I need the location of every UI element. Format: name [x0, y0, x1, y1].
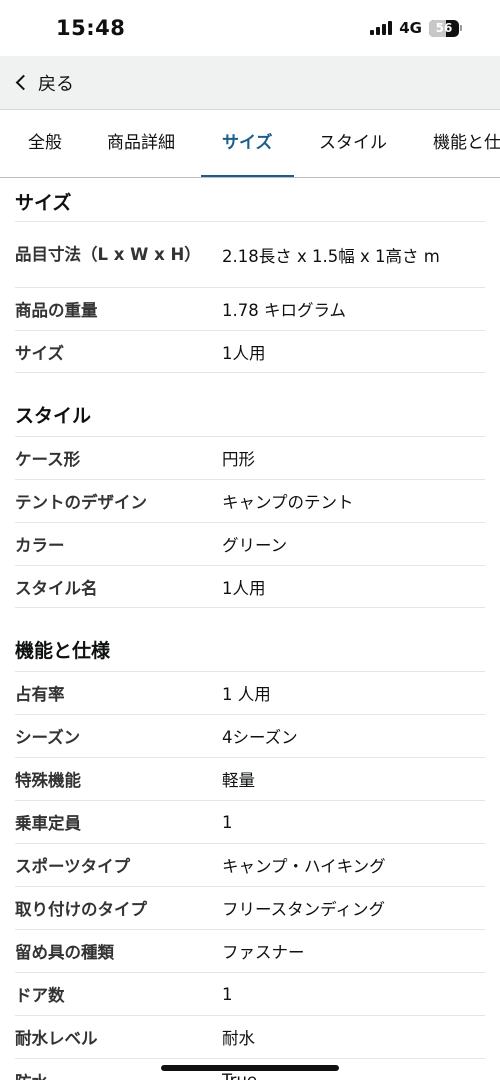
row-label: 特殊機能 [15, 771, 81, 790]
row-value: 1 人用 [222, 685, 271, 704]
back-button[interactable]: 戻る [14, 56, 74, 109]
section-title-style: スタイル [15, 373, 485, 437]
tab-features-specs[interactable]: 機能と仕様 [433, 110, 500, 177]
row-label: ドア数 [15, 986, 65, 1005]
status-bar: 15:48 4G 56 [0, 0, 500, 56]
row-label: 取り付けのタイプ [15, 900, 147, 919]
status-time: 15:48 [56, 16, 126, 40]
row-label: 耐水レベル [15, 1029, 98, 1048]
battery-percent: 56 [435, 20, 453, 35]
row-value: 耐水 [222, 1029, 255, 1048]
table-row: 占有率 1 人用 [15, 672, 485, 715]
network-type: 4G [399, 19, 422, 37]
battery-icon: 56 [429, 19, 462, 37]
row-value: キャンプ・ハイキング [222, 857, 386, 876]
table-row: ケース形 円形 [15, 437, 485, 480]
table-row: 留め具の種類 ファスナー [15, 930, 485, 973]
row-value: 1人用 [222, 343, 266, 363]
tab-general[interactable]: 全般 [28, 110, 62, 177]
table-row: スタイル名 1人用 [15, 566, 485, 608]
section-title-features: 機能と仕様 [15, 608, 485, 672]
table-row: 耐水レベル 耐水 [15, 1016, 485, 1059]
details-content: サイズ 品目寸法（L x W x H） 2.18長さ x 1.5幅 x 1高さ … [0, 178, 500, 1080]
chevron-left-icon [15, 74, 32, 91]
row-value: 円形 [222, 450, 255, 469]
row-label: 品目寸法（L x W x H） [15, 244, 201, 264]
row-value: キャンプのテント [222, 493, 354, 512]
table-row: ドア数 1 [15, 973, 485, 1016]
row-value: 軽量 [222, 771, 255, 790]
back-label: 戻る [38, 73, 74, 95]
row-value: グリーン [222, 536, 288, 555]
row-label: ケース形 [15, 450, 81, 469]
status-indicators: 4G 56 [370, 19, 462, 37]
row-label: テントのデザイン [15, 493, 147, 512]
table-row: スポーツタイプ キャンプ・ハイキング [15, 844, 485, 887]
row-value: 1 [222, 984, 233, 1004]
table-row: 取り付けのタイプ フリースタンディング [15, 887, 485, 930]
table-row: 特殊機能 軽量 [15, 758, 485, 801]
row-label: カラー [15, 536, 65, 555]
table-row: シーズン 4シーズン [15, 715, 485, 758]
section-title-size: サイズ [15, 178, 485, 222]
tab-bar: 全般 商品詳細 サイズ スタイル 機能と仕様 [0, 110, 500, 178]
row-label: サイズ [15, 343, 65, 363]
row-value: 4シーズン [222, 728, 298, 747]
signal-icon [370, 21, 393, 35]
nav-bar: 戻る [0, 56, 500, 110]
row-value: 1 [222, 812, 233, 832]
row-label: 商品の重量 [15, 301, 98, 320]
table-row: カラー グリーン [15, 523, 485, 566]
table-row: サイズ 1人用 [15, 331, 485, 373]
table-row: 乗車定員 1 [15, 801, 485, 844]
row-label: 占有率 [15, 685, 65, 704]
row-label: 乗車定員 [15, 814, 81, 833]
row-value: フリースタンディング [222, 900, 386, 919]
row-value: 1人用 [222, 578, 266, 598]
tab-size[interactable]: サイズ [201, 110, 293, 177]
table-row: テントのデザイン キャンプのテント [15, 480, 485, 523]
row-value: 2.18長さ x 1.5幅 x 1高さ m [222, 246, 440, 266]
row-label: スポーツタイプ [15, 857, 131, 876]
row-label: 留め具の種類 [15, 943, 114, 962]
row-label: シーズン [15, 728, 81, 747]
row-label: スタイル名 [15, 578, 98, 598]
row-value: 1.78 キログラム [222, 301, 346, 320]
tab-style[interactable]: スタイル [319, 110, 387, 177]
row-value: ファスナー [222, 943, 305, 962]
home-indicator[interactable] [161, 1065, 339, 1071]
tab-product-details[interactable]: 商品詳細 [107, 110, 175, 177]
table-row: 品目寸法（L x W x H） 2.18長さ x 1.5幅 x 1高さ m [15, 222, 485, 288]
table-row: 商品の重量 1.78 キログラム [15, 288, 485, 331]
